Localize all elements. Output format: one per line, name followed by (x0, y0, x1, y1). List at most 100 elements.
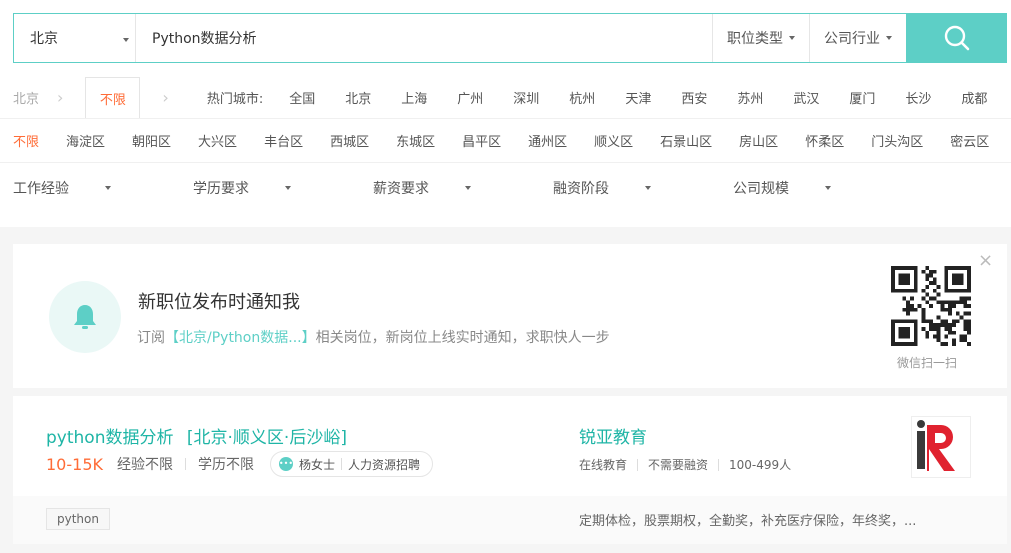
district-item[interactable]: 石景山区 (660, 131, 712, 150)
industry-label: 公司行业 (824, 31, 880, 47)
hot-city-list: 全国 北京 上海 广州 深圳 杭州 天津 西安 苏州 武汉 厦门 长沙 成都 (263, 88, 987, 107)
caret-down-icon (825, 186, 831, 190)
divider (184, 458, 186, 470)
district-list: 不限 海淀区 朝阳区 大兴区 丰台区 西城区 东城区 昌平区 通州区 顺义区 石景山区 房山区 怀柔区 门… (0, 131, 1011, 150)
hot-city-item[interactable]: 杭州 (569, 88, 595, 107)
recruiter-role: 人力资源招聘 (348, 457, 421, 472)
filter-dropdown[interactable]: 工作经验 (13, 178, 193, 198)
city-select[interactable]: 北京 (14, 14, 136, 62)
qr-label: 微信扫一扫 (897, 356, 958, 370)
subscribe-keyword[interactable]: 【北京/Python数据...】 (165, 330, 316, 346)
filter-dropdown[interactable]: 薪资要求 (373, 178, 553, 198)
job-card[interactable]: python数据分析 [北京·顺义区·后沙峪] 10-15K 经验不限 学历不限… (13, 396, 1007, 544)
bell-icon (74, 305, 96, 329)
filter-dropdown-label: 公司规模 (733, 181, 789, 197)
district-item[interactable]: 东城区 (396, 131, 435, 150)
job-title[interactable]: python数据分析 [北京·顺义区·后沙峪] (46, 423, 347, 448)
filter-dropdown-label: 融资阶段 (553, 181, 609, 197)
job-footer: python 定期体检，股票期权，全勤奖，补充医疗保险，年终奖，... (13, 496, 1007, 544)
hot-city-item[interactable]: 苏州 (737, 88, 763, 107)
job-meta: 10-15K 经验不限 学历不限 ••• 杨女士 人力资源招聘 (46, 451, 434, 477)
filter-dropdown-label: 工作经验 (13, 181, 69, 197)
district-item[interactable]: 西城区 (330, 131, 369, 150)
divider (341, 458, 342, 470)
caret-down-icon (285, 186, 291, 190)
hot-city-item[interactable]: 天津 (625, 88, 651, 107)
district-item[interactable]: 怀柔区 (805, 131, 844, 150)
district-item[interactable]: 朝阳区 (132, 131, 171, 150)
job-benefits: 定期体检，股票期权，全勤奖，补充医疗保险，年终奖，... (579, 514, 917, 529)
skill-tag[interactable]: python (46, 508, 110, 530)
filter-list: 工作经验 学历要求 薪资要求 融资阶段 公司规模 (0, 178, 913, 198)
filter-dropdown[interactable]: 融资阶段 (553, 178, 733, 198)
caret-down-icon (789, 36, 795, 40)
hot-city-item[interactable]: 深圳 (513, 88, 539, 107)
district-item[interactable]: 丰台区 (264, 131, 303, 150)
hot-city-item[interactable]: 长沙 (905, 88, 931, 107)
search-icon (944, 25, 969, 51)
search-bar: 北京 Python数据分析 职位类型 公司行业 (13, 13, 1007, 63)
caret-down-icon (123, 38, 129, 42)
subscribe-prefix: 订阅 (137, 330, 165, 346)
subscribe-suffix: 相关岗位，新岗位上线实时通知，求职快人一步 (315, 330, 610, 346)
close-icon[interactable]: × (978, 250, 993, 271)
caret-down-icon (465, 186, 471, 190)
district-item[interactable]: 大兴区 (198, 131, 237, 150)
filters-row: 工作经验 学历要求 薪资要求 融资阶段 公司规模 (0, 163, 1011, 213)
bell-badge (49, 281, 121, 353)
district-item[interactable]: 不限 (13, 131, 39, 150)
divider (718, 458, 720, 471)
filter-dropdown[interactable]: 学历要求 (193, 178, 373, 198)
district-item[interactable]: 通州区 (528, 131, 567, 150)
current-city: 北京 (13, 92, 40, 107)
filter-dropdown-label: 学历要求 (193, 181, 249, 197)
hot-city-item[interactable]: 上海 (401, 88, 427, 107)
hot-city-item[interactable]: 武汉 (793, 88, 819, 107)
district-item[interactable]: 昌平区 (462, 131, 501, 150)
company-name[interactable]: 锐亚教育 (579, 423, 647, 448)
qr-code (891, 266, 971, 346)
job-education: 学历不限 (197, 457, 254, 473)
search-input[interactable]: Python数据分析 (136, 14, 712, 62)
job-type-label: 职位类型 (727, 31, 783, 47)
filter-dropdown-label: 薪资要求 (373, 181, 429, 197)
recruiter-chip[interactable]: ••• 杨女士 人力资源招聘 (269, 451, 434, 477)
district-item[interactable]: 密云区 (950, 131, 989, 150)
search-button[interactable] (906, 13, 1007, 63)
chevron-right-icon: › (162, 88, 169, 107)
company-logo[interactable] (911, 416, 971, 478)
city-unlimited-tab[interactable]: 不限 (85, 77, 141, 118)
chevron-right-icon: › (57, 88, 64, 107)
caret-down-icon (645, 186, 651, 190)
hot-city-item[interactable]: 北京 (345, 88, 371, 107)
hot-city-item[interactable]: 全国 (289, 88, 315, 107)
company-funding: 不需要融资 (648, 458, 709, 472)
hot-city-item[interactable]: 成都 (961, 88, 987, 107)
city-unlimited-label: 不限 (99, 92, 126, 108)
hot-city-item[interactable]: 西安 (681, 88, 707, 107)
caret-down-icon (105, 186, 111, 190)
subscribe-description: 订阅【北京/Python数据...】相关岗位，新岗位上线实时通知，求职快人一步 (137, 327, 610, 347)
district-item[interactable]: 门头沟区 (871, 131, 923, 150)
district-item[interactable]: 房山区 (739, 131, 778, 150)
job-title-text: python数据分析 (46, 428, 174, 448)
job-type-dropdown[interactable]: 职位类型 (712, 14, 809, 62)
district-item[interactable]: 海淀区 (66, 131, 105, 150)
chat-icon: ••• (279, 457, 293, 471)
company-industry: 在线教育 (579, 458, 628, 472)
job-location: [北京·顺义区·后沙峪] (186, 428, 347, 448)
caret-down-icon (886, 36, 892, 40)
divider (637, 458, 639, 471)
hot-city-item[interactable]: 广州 (457, 88, 483, 107)
district-row: 不限 海淀区 朝阳区 大兴区 丰台区 西城区 东城区 昌平区 通州区 顺义区 石景山区 房山区 怀柔区 门… (0, 119, 1011, 163)
city-row: 北京 › 不限 › 热门城市: 全国 北京 上海 广州 深圳 杭州 天津 西安 苏州 武汉 厦门 长沙… (0, 77, 1011, 119)
hot-city-item[interactable]: 厦门 (849, 88, 875, 107)
district-item[interactable]: 顺义区 (594, 131, 633, 150)
hot-cities-label: 热门城市: (206, 92, 264, 107)
industry-dropdown[interactable]: 公司行业 (809, 14, 906, 62)
recruiter-name: 杨女士 (298, 457, 335, 472)
subscribe-title: 新职位发布时通知我 (138, 292, 300, 313)
search-input-value: Python数据分析 (152, 31, 257, 47)
company-meta: 在线教育 不需要融资 100-499人 (579, 456, 791, 473)
filter-dropdown[interactable]: 公司规模 (733, 178, 913, 198)
